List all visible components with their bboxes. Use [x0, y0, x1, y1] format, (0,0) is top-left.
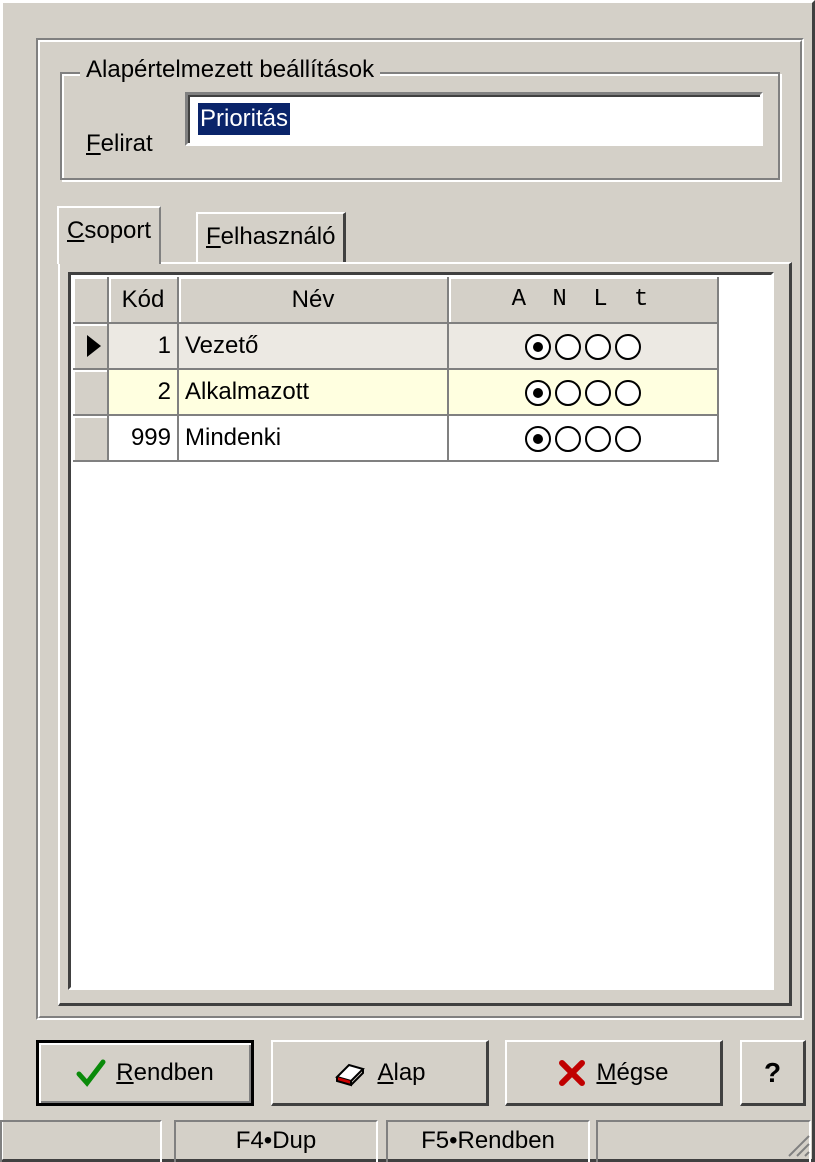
permissions-table: Kód Név A N L t 1 Vezető 2 Alkalmazott 9…: [73, 277, 719, 462]
help-button[interactable]: ?: [740, 1040, 806, 1106]
caption-input[interactable]: Prioritás: [185, 92, 763, 146]
current-row-arrow-icon: [87, 335, 101, 357]
row-permission-radios[interactable]: [448, 369, 719, 416]
column-header-code[interactable]: Kód: [108, 277, 179, 324]
radio-a[interactable]: [525, 333, 551, 360]
row-code[interactable]: 2: [108, 369, 179, 416]
row-permission-radios[interactable]: [448, 323, 719, 370]
row-permission-radios[interactable]: [448, 415, 719, 462]
status-pane-4: [596, 1120, 811, 1162]
eraser-icon: [335, 1063, 366, 1086]
status-pane-dup: F4•Dup: [174, 1120, 378, 1162]
radio-l[interactable]: [585, 379, 611, 406]
column-header-name[interactable]: Név: [178, 277, 449, 324]
defaults-button[interactable]: Alap: [271, 1040, 489, 1106]
row-indicator[interactable]: [73, 415, 109, 462]
table-row[interactable]: 2 Alkalmazott: [73, 369, 719, 416]
radio-t[interactable]: [615, 333, 641, 360]
tab-user[interactable]: Felhasználó: [196, 212, 347, 262]
radio-l[interactable]: [585, 425, 611, 452]
ok-button-label: Rendben: [116, 1059, 214, 1086]
defaults-group-legend: Alapértelmezett beállítások: [80, 56, 381, 84]
permissions-grid[interactable]: Kód Név A N L t 1 Vezető 2 Alkalmazott 9…: [68, 272, 774, 990]
cancel-button-label: Mégse: [596, 1058, 669, 1086]
row-indicator[interactable]: [73, 323, 109, 370]
radio-a[interactable]: [525, 379, 551, 406]
table-row[interactable]: 999 Mindenki: [73, 415, 719, 462]
radio-t[interactable]: [615, 379, 641, 406]
tab-group[interactable]: Csoport: [57, 206, 162, 264]
radio-n[interactable]: [555, 425, 581, 452]
status-pane-1: [0, 1120, 162, 1162]
status-pane-ok: F5•Rendben: [386, 1120, 590, 1162]
radio-l[interactable]: [585, 333, 611, 360]
row-name[interactable]: Alkalmazott: [178, 369, 449, 416]
column-header-anlt[interactable]: A N L t: [448, 277, 719, 324]
radio-n[interactable]: [555, 379, 581, 406]
resize-grip-icon[interactable]: [783, 1130, 811, 1158]
row-indicator[interactable]: [73, 369, 109, 416]
row-code[interactable]: 999: [108, 415, 179, 462]
caption-input-value: Prioritás: [198, 103, 291, 135]
header-indicator-cell: [73, 277, 109, 324]
defaults-button-label: Alap: [377, 1058, 426, 1086]
table-row[interactable]: 1 Vezető: [73, 323, 719, 370]
table-header-row: Kód Név A N L t: [73, 277, 719, 324]
radio-n[interactable]: [555, 333, 581, 360]
row-name[interactable]: Mindenki: [178, 415, 449, 462]
radio-t[interactable]: [615, 425, 641, 452]
ok-button[interactable]: Rendben: [36, 1040, 254, 1106]
cancel-button[interactable]: Mégse: [505, 1040, 723, 1106]
row-name[interactable]: Vezető: [178, 323, 449, 370]
close-icon: [559, 1059, 586, 1086]
row-code[interactable]: 1: [108, 323, 179, 370]
caption-label: Felirat: [86, 130, 153, 157]
radio-a[interactable]: [525, 425, 551, 452]
checkmark-icon: [76, 1059, 106, 1087]
